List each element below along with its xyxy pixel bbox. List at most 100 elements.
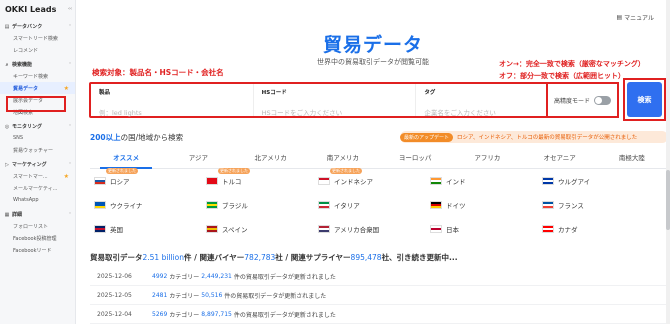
sidebar-item[interactable]: フォローリスト — [0, 220, 75, 232]
update-tail: 件の貿易取引データが更新されました — [224, 292, 327, 300]
country-item[interactable]: スペイン — [206, 222, 318, 236]
update-category-count[interactable]: 4992 — [152, 273, 167, 280]
sidebar-item-label: Facebook投稿管理 — [13, 235, 57, 242]
flag-icon — [94, 177, 106, 185]
product-label: 製品 — [99, 90, 111, 96]
update-category-count[interactable]: 2481 — [152, 292, 167, 299]
region-tab[interactable]: 南極大陸 — [596, 148, 668, 168]
country-item[interactable]: トルコ 更新されました — [206, 168, 318, 188]
update-date: 2025-12-05 — [97, 291, 132, 299]
region-tab[interactable]: オセアニア — [524, 148, 596, 168]
sidebar-item[interactable]: スマートリード検索 — [0, 32, 75, 44]
scrollbar[interactable] — [666, 0, 670, 324]
sidebar-item-label: 地図検索 — [13, 109, 34, 116]
country-name: カナダ — [558, 226, 578, 234]
countries-count-number: 200以上 — [90, 133, 121, 142]
database-icon: ▤ — [4, 23, 10, 30]
country-item[interactable]: フランス — [542, 198, 654, 212]
country-item[interactable]: 日本 — [430, 222, 542, 236]
country-item[interactable]: 英国 — [94, 222, 206, 236]
chevron-left-icon[interactable]: ‹‹ — [68, 6, 72, 12]
sidebar-section[interactable]: ▷ マーケティング ˅ — [0, 159, 75, 170]
country-name: アメリカ合衆国 — [334, 226, 380, 234]
sidebar-item[interactable]: 貿易データ ★ — [0, 82, 75, 94]
product-input[interactable] — [99, 109, 245, 117]
countries-count-text: の国/地域から検索 — [120, 133, 184, 142]
region-tabs: オススメ アジア 北アメリカ 南アメリカ ヨーロッパ アフリカ オセアニア 南極大陸 — [90, 148, 668, 169]
chevron-down-icon: ˅ — [69, 124, 71, 129]
sidebar-section-label: 詳細 — [12, 212, 23, 218]
sidebar-item[interactable]: SNS — [0, 132, 75, 144]
country-item[interactable]: ロシア 更新されました — [94, 168, 206, 188]
country-item[interactable]: ウクライナ — [94, 198, 206, 212]
update-record-count[interactable]: 50,516 — [201, 292, 222, 299]
country-name: 英国 — [110, 226, 123, 234]
update-mid: カテゴリー — [169, 292, 200, 300]
country-item[interactable]: ブラジル — [206, 198, 318, 212]
country-name: ウクライナ — [110, 202, 143, 210]
country-item[interactable]: イタリア — [318, 198, 430, 212]
sidebar-item[interactable]: メールマーケティ... — [0, 182, 75, 194]
sidebar-item[interactable]: Facebookリード — [0, 244, 75, 256]
precision-mode-toggle[interactable] — [594, 95, 611, 105]
sidebar-section[interactable]: ▦ 詳細 ˅ — [0, 209, 75, 220]
country-item[interactable]: カナダ — [542, 222, 654, 236]
sidebar-item-label: スマートリード検索 — [13, 35, 58, 42]
search-button-highlight: 検索 — [623, 78, 666, 121]
update-tail: 件の貿易取引データが更新されました — [233, 273, 336, 281]
country-item[interactable]: インド — [430, 174, 542, 188]
region-tab[interactable]: アフリカ — [451, 148, 523, 168]
manual-link[interactable]: ▤ マニュアル — [617, 13, 655, 22]
sidebar-section[interactable]: ⌕ 検索機能 ˅ — [0, 59, 75, 70]
region-tab[interactable]: ヨーロッパ — [379, 148, 451, 168]
sidebar-item-label: スマートマー... — [13, 173, 48, 180]
hs-code-field: HSコード — [254, 84, 417, 117]
search-button[interactable]: 検索 — [627, 82, 662, 117]
country-name: ウルグアイ — [558, 178, 591, 186]
stats-prefix: 貿易取引データ — [90, 253, 143, 262]
star-icon: ★ — [63, 172, 69, 180]
sidebar-item[interactable]: キーワード検索 — [0, 70, 75, 82]
annotation-line-on: オン→：完全一致で検索（厳密なマッチング） — [499, 60, 645, 68]
sidebar-item[interactable]: 展示会データ — [0, 94, 75, 106]
update-row: 2025-12-05 2481 カテゴリー 50,516 件の貿易取引データが更新されま… — [90, 286, 668, 305]
app-window: OKKI Leads ‹‹ ▤ データバンク ˅ スマートリード検索 レコメンド ⌕ 検索機… — [0, 0, 670, 324]
update-banner[interactable]: 最新のアップデート ロシア、インドネシア、トルコの最新の貿易取引データが公開され… — [400, 131, 668, 143]
scrollbar-thumb[interactable] — [666, 170, 670, 230]
country-item[interactable]: インドネシア 更新されました — [318, 168, 430, 188]
country-name: ブラジル — [222, 202, 248, 210]
precision-mode-label: 高精度モード — [553, 97, 590, 105]
sidebar-section[interactable]: ▤ データバンク ˅ — [0, 21, 75, 32]
sidebar-section-label: データバンク — [12, 24, 43, 30]
stats-mid1: 件 / 関連バイヤー — [184, 253, 245, 262]
region-tab[interactable]: 北アメリカ — [235, 148, 307, 168]
sidebar-item[interactable]: レコメンド — [0, 44, 75, 56]
chevron-down-icon: ˅ — [69, 62, 71, 67]
update-record-count[interactable]: 2,449,231 — [201, 273, 232, 280]
country-name: スペイン — [222, 226, 248, 234]
update-record-count[interactable]: 8,897,715 — [201, 311, 232, 318]
country-item[interactable]: ドイツ — [430, 198, 542, 212]
sidebar-item[interactable]: 地図検索 — [0, 106, 75, 118]
region-tab[interactable]: アジア — [162, 148, 234, 168]
sidebar-item-label: キーワード検索 — [13, 73, 49, 80]
region-tab[interactable]: 南アメリカ — [307, 148, 379, 168]
sidebar-item[interactable]: WhatsApp — [0, 194, 75, 206]
update-category-count[interactable]: 5269 — [152, 311, 167, 318]
sidebar-item[interactable]: 貿易ウォッチャー — [0, 144, 75, 156]
sidebar-section[interactable]: ◎ モニタリング ˅ — [0, 121, 75, 132]
flag-icon — [318, 177, 330, 185]
update-row: 2025-12-04 5269 カテゴリー 8,897,715 件の貿易取引データが更新… — [90, 305, 668, 324]
sidebar-item-label: メールマーケティ... — [13, 185, 58, 192]
sidebar-item[interactable]: スマートマー... ★ — [0, 170, 75, 182]
sidebar-item[interactable]: Facebook投稿管理 — [0, 232, 75, 244]
country-item[interactable]: ウルグアイ — [542, 174, 654, 188]
country-item[interactable]: アメリカ合衆国 — [318, 222, 430, 236]
region-tab[interactable]: オススメ — [90, 148, 162, 169]
updated-badge: 更新されました — [218, 168, 250, 174]
hs-code-input[interactable] — [261, 109, 408, 117]
monitor-icon: ◎ — [4, 123, 10, 130]
update-date: 2025-12-04 — [97, 310, 132, 318]
chevron-down-icon: ˅ — [69, 212, 71, 217]
main-content: ▤ マニュアル 貿易データ 世界中の貿易取引データが閲覧可能 検索対象：製品名・… — [76, 0, 670, 324]
